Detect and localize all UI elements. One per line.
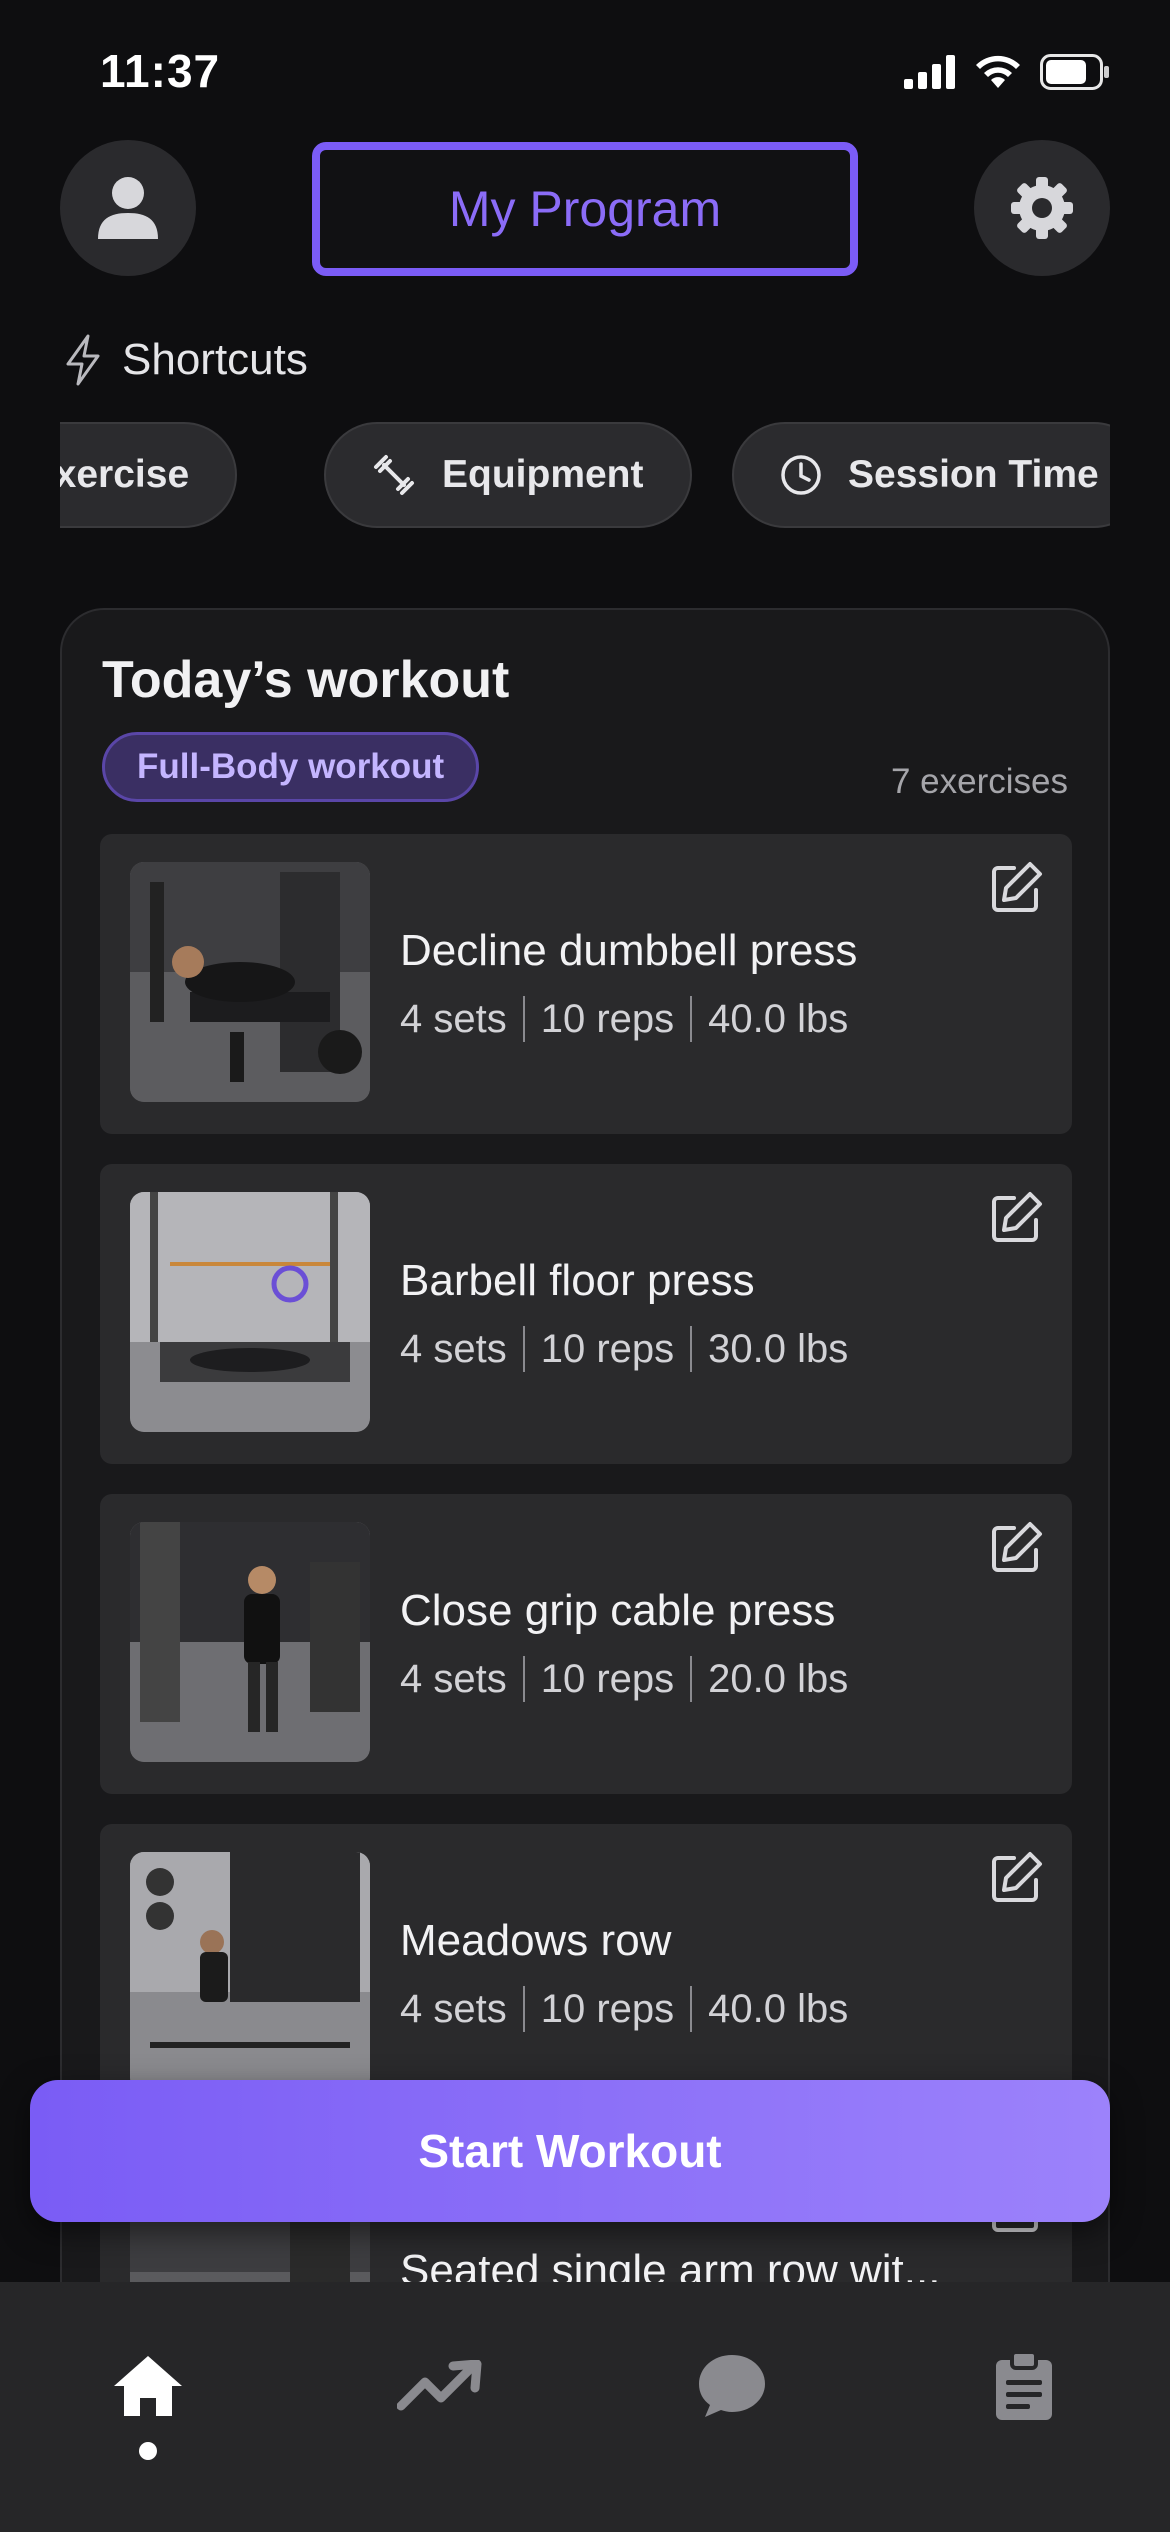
profile-button[interactable] bbox=[60, 140, 196, 276]
clock-icon bbox=[781, 455, 821, 495]
chat-bubble-icon bbox=[699, 2355, 765, 2417]
exercise-weight: 30.0 lbs bbox=[708, 1326, 849, 1371]
exercise-weight: 40.0 lbs bbox=[708, 1986, 849, 2031]
divider bbox=[522, 1656, 525, 1702]
shortcut-equipment[interactable]: Equipment bbox=[324, 422, 692, 528]
home-icon bbox=[114, 2356, 182, 2416]
bottom-tab-bar bbox=[0, 2282, 1170, 2532]
start-workout-button[interactable]: Start Workout bbox=[30, 2080, 1110, 2222]
status-bar: 11:37 bbox=[0, 0, 1170, 150]
workout-title: Today’s workout bbox=[102, 651, 510, 709]
workout-type-badge: Full-Body workout bbox=[102, 732, 480, 802]
exercise-sets: 4 sets bbox=[400, 1656, 507, 1701]
cellular-signal-icon bbox=[904, 55, 955, 89]
wifi-icon bbox=[976, 55, 1020, 88]
exercise-details: 4 sets 10 reps 20.0 lbs bbox=[400, 1656, 848, 1702]
tab-progress[interactable] bbox=[380, 2326, 500, 2446]
shortcut-add-exercise[interactable]: d Exercise bbox=[60, 422, 238, 528]
shortcuts-label: Shortcuts bbox=[122, 335, 308, 384]
edit-icon[interactable] bbox=[988, 860, 1044, 916]
edit-icon[interactable] bbox=[988, 1190, 1044, 1246]
exercise-item[interactable]: Decline dumbbell press 4 sets 10 reps 40… bbox=[100, 834, 1072, 1134]
person-icon bbox=[98, 177, 158, 239]
divider bbox=[690, 1326, 693, 1372]
status-time: 11:37 bbox=[100, 45, 221, 97]
exercise-sets: 4 sets bbox=[400, 996, 507, 1041]
divider bbox=[690, 1986, 693, 2032]
exercise-reps: 10 reps bbox=[540, 1326, 675, 1371]
gear-icon bbox=[1011, 177, 1073, 239]
active-tab-indicator bbox=[139, 2442, 157, 2460]
edit-icon[interactable] bbox=[988, 1520, 1044, 1576]
tab-log[interactable] bbox=[964, 2326, 1084, 2446]
exercise-details: 4 sets 10 reps 40.0 lbs bbox=[400, 996, 848, 1042]
exercise-weight: 20.0 lbs bbox=[708, 1656, 849, 1701]
shortcuts-carousel[interactable]: d Exercise Equipment Session Time bbox=[60, 420, 1110, 532]
exercise-name: Decline dumbbell press bbox=[400, 926, 858, 975]
divider bbox=[522, 996, 525, 1042]
exercise-details: 4 sets 10 reps 40.0 lbs bbox=[400, 1986, 848, 2032]
exercise-thumbnail bbox=[130, 1522, 370, 1762]
exercise-name: Close grip cable press bbox=[400, 1586, 836, 1635]
exercise-name: Meadows row bbox=[400, 1916, 672, 1965]
exercise-item[interactable]: Meadows row 4 sets 10 reps 40.0 lbs bbox=[100, 1824, 1072, 2124]
settings-button[interactable] bbox=[974, 140, 1110, 276]
divider bbox=[690, 1656, 693, 1702]
exercise-count: 7 exercises bbox=[890, 762, 1068, 801]
exercise-reps: 10 reps bbox=[540, 1656, 675, 1701]
exercise-thumbnail bbox=[130, 1192, 370, 1432]
divider bbox=[522, 1326, 525, 1372]
divider bbox=[522, 1986, 525, 2032]
exercise-item[interactable]: Close grip cable press 4 sets 10 reps 20… bbox=[100, 1494, 1072, 1794]
trending-up-icon bbox=[397, 2360, 482, 2411]
tab-chat[interactable] bbox=[672, 2326, 792, 2446]
status-icons bbox=[904, 54, 1110, 90]
tab-home[interactable] bbox=[88, 2326, 208, 2446]
my-program-button[interactable]: My Program bbox=[312, 142, 858, 276]
exercise-reps: 10 reps bbox=[540, 1986, 675, 2031]
exercise-thumbnail bbox=[130, 1852, 370, 2092]
exercise-sets: 4 sets bbox=[400, 1986, 507, 2031]
shortcut-label: d Exercise bbox=[60, 453, 190, 496]
exercise-sets: 4 sets bbox=[400, 1326, 507, 1371]
shortcuts-heading: Shortcuts bbox=[62, 334, 308, 386]
shortcut-label: Equipment bbox=[442, 453, 644, 496]
clipboard-icon bbox=[996, 2350, 1052, 2420]
exercise-details: 4 sets 10 reps 30.0 lbs bbox=[400, 1326, 848, 1372]
lightning-icon bbox=[66, 334, 100, 386]
exercise-reps: 10 reps bbox=[540, 996, 675, 1041]
exercise-weight: 40.0 lbs bbox=[708, 996, 849, 1041]
battery-icon bbox=[1040, 54, 1109, 90]
exercise-thumbnail bbox=[130, 862, 370, 1102]
exercise-name: Barbell floor press bbox=[400, 1256, 755, 1305]
edit-icon[interactable] bbox=[988, 1850, 1044, 1906]
shortcut-session-time[interactable]: Session Time bbox=[732, 422, 1110, 528]
exercise-item[interactable]: Barbell floor press 4 sets 10 reps 30.0 … bbox=[100, 1164, 1072, 1464]
shortcut-label: Session Time bbox=[848, 453, 1099, 496]
divider bbox=[690, 996, 693, 1042]
dumbbell-icon bbox=[374, 455, 414, 495]
